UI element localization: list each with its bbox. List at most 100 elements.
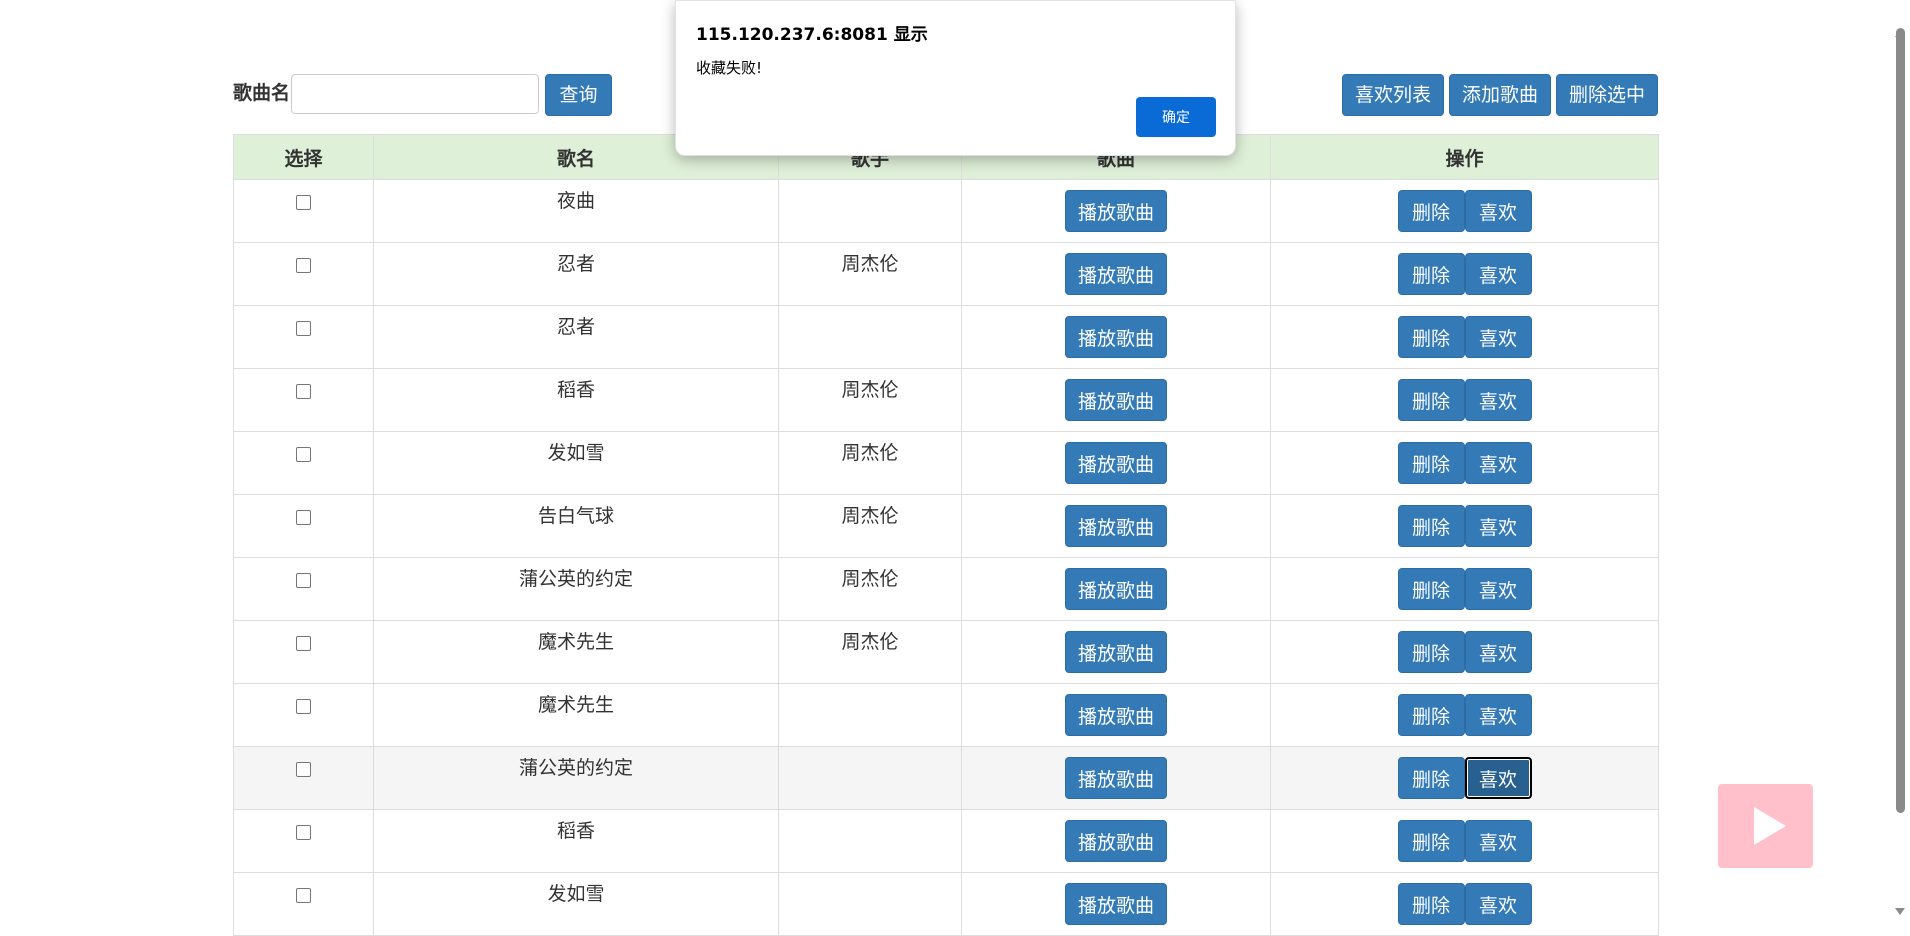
row-checkbox[interactable] [296, 699, 311, 714]
row-actions: 删除 喜欢 [1271, 306, 1658, 358]
like-button[interactable]: 喜欢 [1464, 253, 1532, 295]
like-button[interactable]: 喜欢 [1464, 568, 1532, 610]
select-cell [233, 809, 374, 873]
play-song-button[interactable]: 播放歌曲 [1065, 505, 1167, 547]
row-checkbox[interactable] [296, 636, 311, 651]
song-name: 忍者 [556, 316, 595, 338]
table-row: 魔术先生 周杰伦 播放歌曲 删除 喜欢 [233, 620, 1659, 684]
song-name-cell: 稻香 [373, 368, 779, 432]
row-checkbox[interactable] [296, 258, 311, 273]
play-cell: 播放歌曲 [961, 368, 1271, 432]
row-checkbox[interactable] [296, 447, 311, 462]
singer-cell [778, 809, 962, 873]
actions-cell: 删除 喜欢 [1270, 305, 1659, 369]
table-row: 魔术先生 播放歌曲 删除 喜欢 [233, 683, 1659, 747]
row-actions: 删除 喜欢 [1271, 747, 1658, 799]
play-song-button[interactable]: 播放歌曲 [1065, 631, 1167, 673]
like-button[interactable]: 喜欢 [1464, 757, 1532, 799]
table-row: 蒲公英的约定 播放歌曲 删除 喜欢 [233, 746, 1659, 810]
scrollbar-thumb[interactable] [1896, 28, 1905, 813]
header-select: 选择 [233, 134, 374, 180]
song-name-cell: 魔术先生 [373, 683, 779, 747]
like-button[interactable]: 喜欢 [1464, 316, 1532, 358]
table-row: 稻香 播放歌曲 删除 喜欢 [233, 809, 1659, 873]
like-button[interactable]: 喜欢 [1464, 190, 1532, 232]
play-song-button[interactable]: 播放歌曲 [1065, 190, 1167, 232]
play-song-button[interactable]: 播放歌曲 [1065, 883, 1167, 925]
play-song-button[interactable]: 播放歌曲 [1065, 379, 1167, 421]
add-song-button[interactable]: 添加歌曲 [1449, 74, 1551, 116]
row-actions: 删除 喜欢 [1271, 558, 1658, 610]
play-song-button[interactable]: 播放歌曲 [1065, 253, 1167, 295]
table-row: 告白气球 周杰伦 播放歌曲 删除 喜欢 [233, 494, 1659, 558]
singer-name [779, 180, 961, 189]
row-checkbox[interactable] [296, 510, 311, 525]
search-label: 歌曲名 [233, 82, 291, 104]
row-checkbox[interactable] [296, 321, 311, 336]
song-table: 选择 歌名 歌手 歌曲 操作 夜曲 播放歌曲 删除 喜欢 忍者 周杰伦 播放歌曲 删除 喜欢 忍者… [233, 134, 1659, 936]
delete-button[interactable]: 删除 [1397, 694, 1465, 736]
like-button[interactable]: 喜欢 [1464, 820, 1532, 862]
play-cell: 播放歌曲 [961, 683, 1271, 747]
play-icon [1754, 807, 1786, 845]
row-actions: 删除 喜欢 [1271, 621, 1658, 673]
row-checkbox[interactable] [296, 825, 311, 840]
scroll-down-arrow-icon[interactable] [1895, 908, 1905, 915]
play-song-button[interactable]: 播放歌曲 [1065, 442, 1167, 484]
singer-cell: 周杰伦 [778, 242, 962, 306]
song-name-search-input[interactable] [291, 74, 539, 114]
delete-button[interactable]: 删除 [1397, 190, 1465, 232]
table-row: 忍者 播放歌曲 删除 喜欢 [233, 305, 1659, 369]
favorites-list-button[interactable]: 喜欢列表 [1342, 74, 1444, 116]
play-song-button[interactable]: 播放歌曲 [1065, 568, 1167, 610]
row-actions: 删除 喜欢 [1271, 495, 1658, 547]
like-button[interactable]: 喜欢 [1464, 505, 1532, 547]
singer-cell [778, 746, 962, 810]
singer-name: 周杰伦 [841, 631, 899, 653]
row-checkbox[interactable] [296, 384, 311, 399]
row-checkbox[interactable] [296, 888, 311, 903]
song-name-cell: 稻香 [373, 809, 779, 873]
table-row: 发如雪 播放歌曲 删除 喜欢 [233, 872, 1659, 936]
play-song-button[interactable]: 播放歌曲 [1065, 820, 1167, 862]
floating-play-button[interactable] [1718, 784, 1813, 868]
query-button[interactable]: 查询 [545, 74, 612, 116]
singer-cell [778, 305, 962, 369]
like-button[interactable]: 喜欢 [1464, 883, 1532, 925]
row-checkbox[interactable] [296, 195, 311, 210]
actions-cell: 删除 喜欢 [1270, 809, 1659, 873]
delete-button[interactable]: 删除 [1397, 253, 1465, 295]
select-cell [233, 557, 374, 621]
play-song-button[interactable]: 播放歌曲 [1065, 694, 1167, 736]
singer-name: 周杰伦 [841, 253, 899, 275]
row-checkbox[interactable] [296, 762, 311, 777]
delete-button[interactable]: 删除 [1397, 379, 1465, 421]
select-cell [233, 746, 374, 810]
singer-name: 周杰伦 [841, 568, 899, 590]
like-button[interactable]: 喜欢 [1464, 442, 1532, 484]
song-name-cell: 蒲公英的约定 [373, 557, 779, 621]
delete-button[interactable]: 删除 [1397, 505, 1465, 547]
alert-dialog: 115.120.237.6:8081 显示 收藏失败! 确定 [675, 0, 1236, 156]
table-row: 夜曲 播放歌曲 删除 喜欢 [233, 179, 1659, 243]
like-button[interactable]: 喜欢 [1464, 631, 1532, 673]
play-song-button[interactable]: 播放歌曲 [1065, 316, 1167, 358]
song-name-cell: 蒲公英的约定 [373, 746, 779, 810]
delete-selected-button[interactable]: 删除选中 [1556, 74, 1658, 116]
play-song-button[interactable]: 播放歌曲 [1065, 757, 1167, 799]
delete-button[interactable]: 删除 [1397, 820, 1465, 862]
singer-cell: 周杰伦 [778, 494, 962, 558]
delete-button[interactable]: 删除 [1397, 442, 1465, 484]
delete-button[interactable]: 删除 [1397, 316, 1465, 358]
like-button[interactable]: 喜欢 [1464, 379, 1532, 421]
like-button[interactable]: 喜欢 [1464, 694, 1532, 736]
select-cell [233, 683, 374, 747]
delete-button[interactable]: 删除 [1397, 631, 1465, 673]
singer-name [779, 306, 961, 315]
delete-button[interactable]: 删除 [1397, 568, 1465, 610]
row-checkbox[interactable] [296, 573, 311, 588]
dialog-ok-button[interactable]: 确定 [1136, 97, 1216, 137]
delete-button[interactable]: 删除 [1397, 883, 1465, 925]
delete-button[interactable]: 删除 [1397, 757, 1465, 799]
actions-cell: 删除 喜欢 [1270, 431, 1659, 495]
